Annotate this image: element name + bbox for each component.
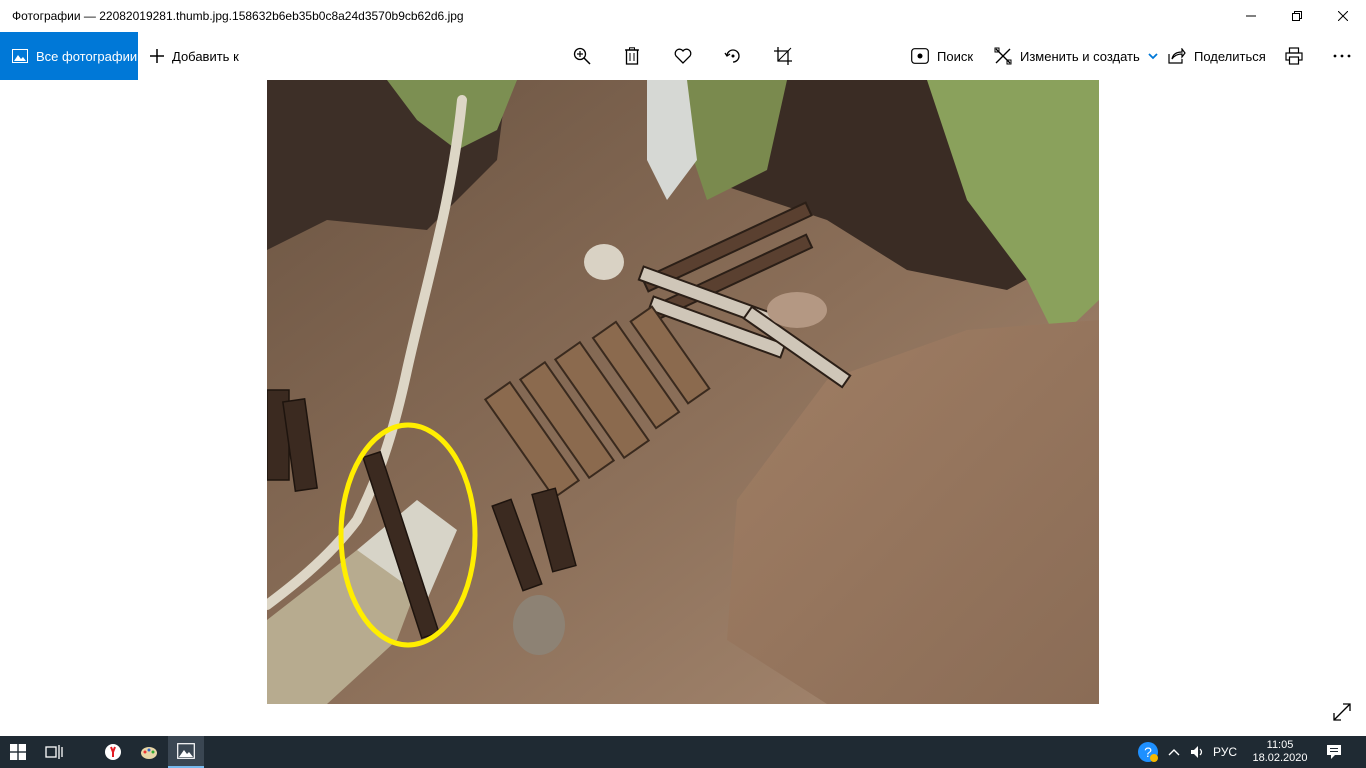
restore-icon <box>1292 11 1302 21</box>
window-title: Фотографии — 22082019281.thumb.jpg.15863… <box>12 9 464 23</box>
rotate-icon <box>724 49 740 63</box>
search-icon <box>911 48 929 64</box>
language-indicator[interactable]: РУС <box>1213 736 1237 768</box>
clock[interactable]: 11:05 18.02.2020 <box>1250 736 1310 768</box>
yandex-icon <box>105 744 121 760</box>
clock-time: 11:05 <box>1266 739 1294 751</box>
heart-icon <box>674 48 692 64</box>
printer-icon <box>1285 47 1303 65</box>
share-label: Поделиться <box>1194 48 1266 64</box>
chevron-down-icon <box>1148 53 1158 60</box>
close-button[interactable] <box>1320 0 1366 32</box>
zoom-in-icon <box>573 47 591 65</box>
start-button[interactable] <box>0 736 36 768</box>
action-center-button[interactable] <box>1316 736 1352 768</box>
chevron-up-icon <box>1168 749 1180 756</box>
share-button[interactable]: Поделиться <box>1168 32 1266 80</box>
speaker-icon <box>1191 746 1203 758</box>
taskbar: ? РУС 11:05 18.02.2020 <box>0 736 1366 768</box>
more-button[interactable] <box>1322 32 1362 80</box>
all-photos-label: Все фотографии <box>36 48 138 64</box>
add-to-label: Добавить к <box>172 48 239 64</box>
yandex-browser-taskbar[interactable] <box>95 736 131 768</box>
photo-image <box>267 80 1099 704</box>
trash-icon <box>625 47 639 65</box>
photos-app-icon <box>177 743 195 759</box>
expand-icon <box>1333 703 1351 721</box>
restore-button[interactable] <box>1274 0 1320 32</box>
all-photos-button[interactable]: Все фотографии <box>0 32 138 80</box>
rotate-button[interactable] <box>713 32 753 80</box>
add-to-button[interactable]: Добавить к <box>138 32 239 80</box>
clock-date: 18.02.2020 <box>1252 752 1308 764</box>
share-icon <box>1168 48 1186 64</box>
notifications-icon <box>1327 745 1341 759</box>
close-icon <box>1338 11 1348 21</box>
favorite-button[interactable] <box>663 32 703 80</box>
search-label: Поиск <box>937 48 974 64</box>
edit-create-button[interactable]: Изменить и создать <box>994 32 1158 80</box>
title-bar: Фотографии — 22082019281.thumb.jpg.15863… <box>0 0 1366 32</box>
crop-icon <box>774 47 792 65</box>
palette-icon <box>141 747 157 759</box>
task-view-icon <box>45 745 63 759</box>
paint-taskbar[interactable] <box>131 736 167 768</box>
minimize-icon <box>1246 15 1256 17</box>
task-view-button[interactable] <box>36 736 72 768</box>
fullscreen-button[interactable] <box>1330 700 1354 724</box>
photo-icon <box>12 49 28 63</box>
crop-button[interactable] <box>763 32 803 80</box>
zoom-button[interactable] <box>562 32 602 80</box>
plus-icon <box>150 49 164 63</box>
photos-taskbar[interactable] <box>168 736 204 768</box>
toolbar: Все фотографии Добавить к Поиск Изменить… <box>0 32 1366 80</box>
volume-button[interactable] <box>1180 736 1216 768</box>
windows-logo-icon <box>10 744 26 760</box>
delete-button[interactable] <box>612 32 652 80</box>
photo-viewer[interactable] <box>267 80 1099 704</box>
minimize-button[interactable] <box>1228 0 1274 32</box>
edit-create-icon <box>994 47 1012 65</box>
search-button[interactable]: Поиск <box>911 32 973 80</box>
edit-create-label: Изменить и создать <box>1020 48 1140 64</box>
print-button[interactable] <box>1274 32 1314 80</box>
more-icon <box>1333 54 1351 58</box>
